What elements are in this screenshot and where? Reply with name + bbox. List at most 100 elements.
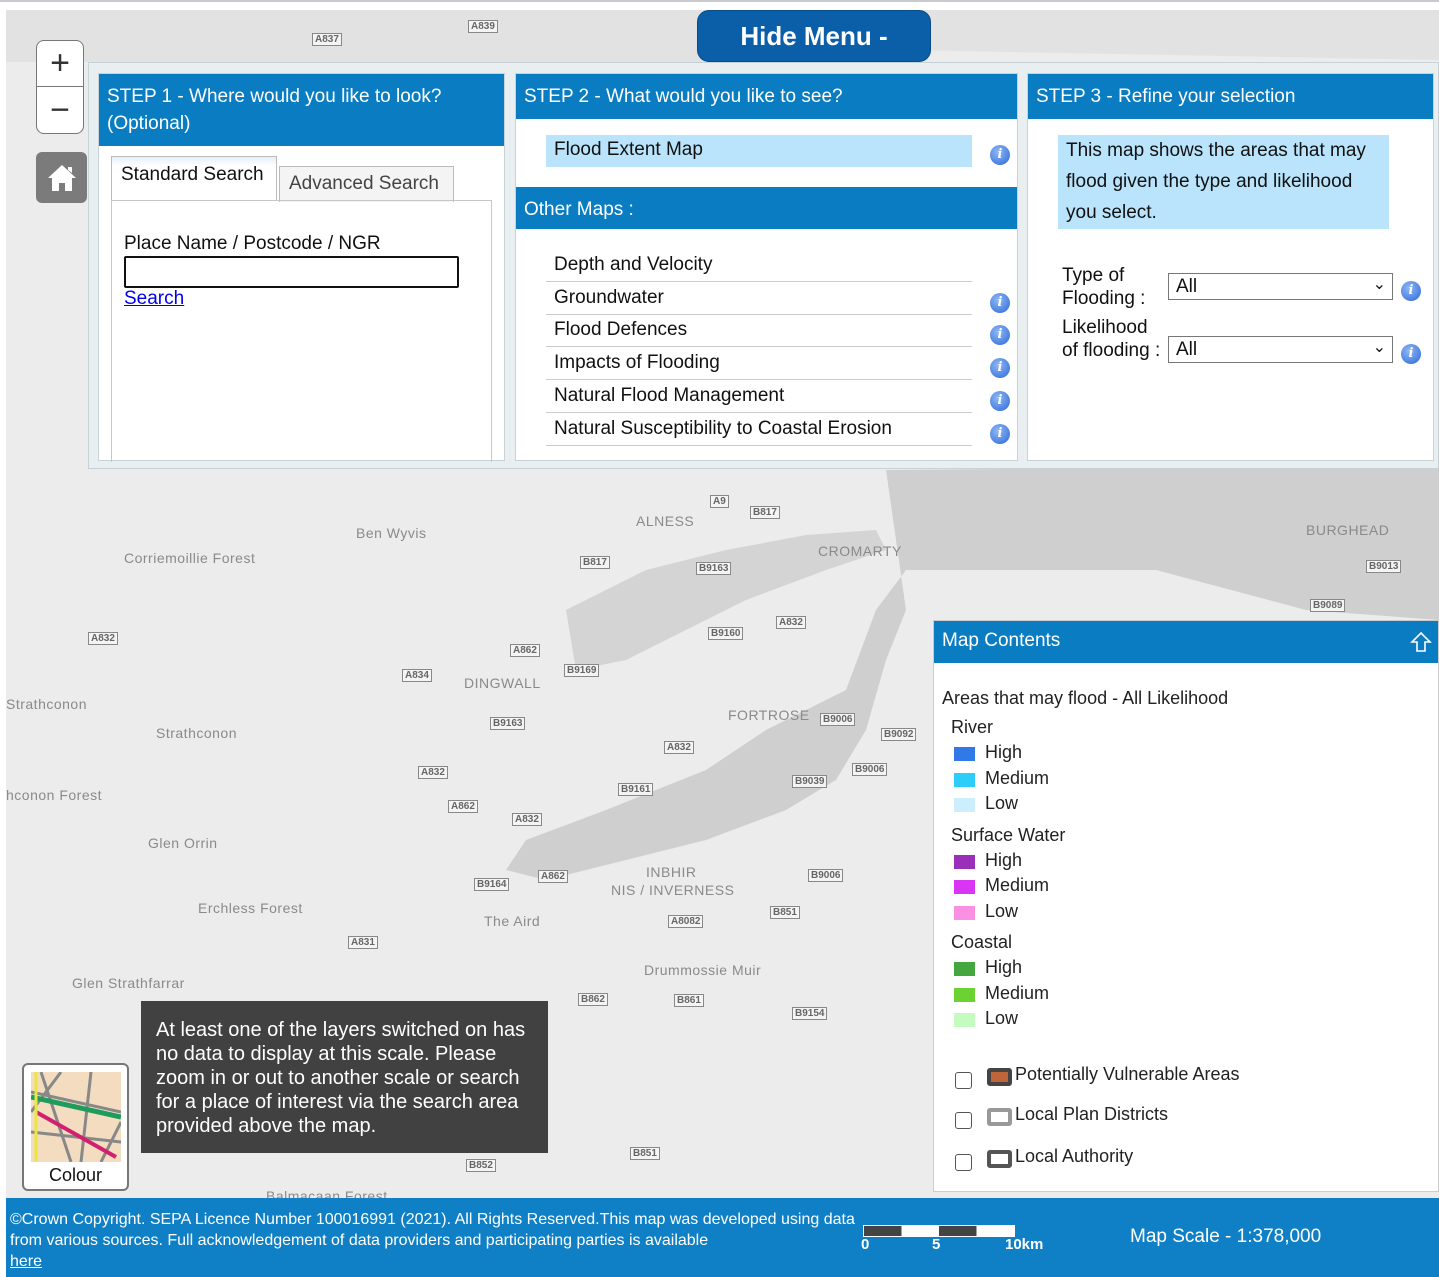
legend-item-label: Low (985, 900, 1019, 921)
road-label: B9161 (618, 783, 654, 796)
map-contents-panel: Map Contents Areas that may flood - All … (933, 620, 1439, 1192)
zoom-out-button[interactable]: − (37, 87, 83, 133)
road-label: B9089 (1310, 599, 1346, 612)
collapse-arrow-up-icon[interactable] (1410, 631, 1432, 653)
zoom-in-button[interactable]: + (37, 41, 83, 87)
step2-panel: STEP 2 - What would you like to see? Flo… (515, 73, 1018, 461)
info-icon[interactable]: i (990, 358, 1010, 379)
acknowledgement-link[interactable]: here (10, 1253, 42, 1270)
step2-title: STEP 2 - What would you like to see? (516, 74, 1017, 119)
legend-item-label: Low (985, 1008, 1019, 1028)
road-label: B861 (674, 994, 704, 1007)
road-label: B852 (466, 1159, 496, 1172)
legend-item-label: High (985, 957, 1023, 977)
colour-label: Colour (48, 1165, 103, 1185)
map-contents-title: Map Contents (934, 621, 1438, 663)
road-label: B851 (630, 1147, 660, 1160)
road-label: A831 (348, 936, 378, 949)
type-of-flooding-label: Type of Flooding : (1062, 265, 1146, 309)
road-label: B9006 (820, 713, 856, 726)
layer-checkbox[interactable] (955, 1112, 972, 1129)
road-label: B9164 (474, 878, 510, 891)
map-place-label: Glen Strathfarrar (72, 975, 185, 991)
road-label: B9039 (792, 775, 828, 788)
other-map-option[interactable]: Impacts of Flooding (546, 348, 972, 381)
road-label: B862 (578, 993, 608, 1006)
type-of-flooding-select[interactable]: All ⌄ (1168, 273, 1393, 300)
legend-group-title: Surface Water (951, 824, 1066, 845)
tab-standard-search[interactable]: Standard Search (111, 156, 277, 200)
no-data-message: At least one of the layers switched on h… (141, 1001, 548, 1153)
info-icon[interactable]: i (990, 325, 1010, 346)
road-label: A862 (448, 800, 478, 813)
legend-group-title: River (951, 717, 994, 737)
road-label: A862 (510, 644, 540, 657)
road-label: B9163 (490, 717, 526, 730)
road-label: B817 (580, 556, 610, 569)
info-icon[interactable]: i (990, 292, 1010, 313)
copyright-text: ©Crown Copyright. SEPA Licence Number 10… (10, 1209, 870, 1272)
road-label: A837 (312, 33, 342, 46)
road-label: A832 (512, 813, 542, 826)
road-label: A8082 (668, 915, 704, 928)
info-icon[interactable]: i (1401, 281, 1421, 301)
scale-tick-10: 10km (1005, 1236, 1044, 1253)
info-icon[interactable]: i (990, 145, 1010, 165)
step1-title: STEP 1 - Where would you like to look? (… (99, 74, 504, 146)
road-label: B9163 (696, 562, 732, 575)
map-place-label: Strathconon (156, 725, 237, 741)
legend-swatch (954, 1013, 975, 1027)
road-label: A832 (664, 741, 694, 754)
hide-menu-button[interactable]: Hide Menu - (697, 10, 931, 62)
info-icon[interactable]: i (990, 423, 1010, 444)
map-place-label: Strathconon (6, 696, 87, 712)
legend-swatch (954, 962, 975, 976)
legend-swatch (954, 880, 975, 894)
road-label: B817 (750, 506, 780, 519)
other-map-option[interactable]: Natural Flood Management (546, 381, 972, 413)
search-link[interactable]: Search (124, 288, 184, 310)
legend-swatch (954, 747, 975, 761)
layer-checkbox[interactable] (955, 1072, 972, 1089)
map-place-label: The Aird (484, 913, 541, 929)
road-label: B9006 (808, 869, 844, 882)
chevron-down-icon: ⌄ (1372, 339, 1386, 356)
map-place-label: Glen Orrin (148, 835, 218, 851)
map-scale: Map Scale - 1:378,000 (1130, 1226, 1322, 1247)
other-map-option[interactable]: Natural Susceptibility to Coastal Erosio… (546, 414, 972, 446)
map-place-label: FORTROSE (728, 707, 810, 723)
road-label: B9092 (881, 728, 917, 741)
step3-panel: STEP 3 - Refine your selection This map … (1027, 73, 1434, 461)
flood-extent-map-option[interactable]: Flood Extent Map (546, 135, 972, 167)
other-map-option[interactable]: Groundwater (546, 283, 972, 315)
road-label: B9160 (708, 627, 744, 640)
info-icon[interactable]: i (1401, 344, 1421, 364)
likelihood-select[interactable]: All ⌄ (1168, 336, 1393, 363)
legend-item-label: High (985, 849, 1023, 870)
layer-label: Local Authority (1015, 1146, 1134, 1166)
top-border (0, 0, 1439, 2)
map-place-label: Erchless Forest (198, 900, 303, 916)
map-place-label: BURGHEAD (1306, 522, 1390, 538)
road-label: B9006 (852, 763, 888, 776)
legend-item-label: Medium (985, 767, 1050, 788)
other-map-option[interactable]: Depth and Velocity (546, 250, 972, 282)
legend-swatch (954, 798, 975, 812)
layer-checkbox[interactable] (955, 1154, 972, 1171)
basemap-colour-button[interactable]: Colour (22, 1063, 129, 1191)
road-label: A832 (88, 632, 118, 645)
place-search-input[interactable] (124, 256, 459, 288)
other-map-option[interactable]: Flood Defences (546, 315, 972, 348)
info-icon[interactable]: i (990, 390, 1010, 411)
layer-symbol (987, 1108, 1012, 1126)
legend-swatch (954, 772, 975, 787)
legend-swatch (954, 987, 975, 1002)
step1-panel: STEP 1 - Where would you like to look? (… (98, 73, 505, 462)
standard-search-pane: Place Name / Postcode / NGR Search (111, 200, 492, 462)
place-name-label: Place Name / Postcode / NGR (124, 233, 381, 254)
layer-symbol (987, 1068, 1012, 1086)
tab-advanced-search[interactable]: Advanced Search (279, 166, 454, 202)
road-label: A832 (776, 616, 806, 629)
legend-swatch (954, 854, 975, 869)
home-button[interactable] (36, 152, 87, 203)
